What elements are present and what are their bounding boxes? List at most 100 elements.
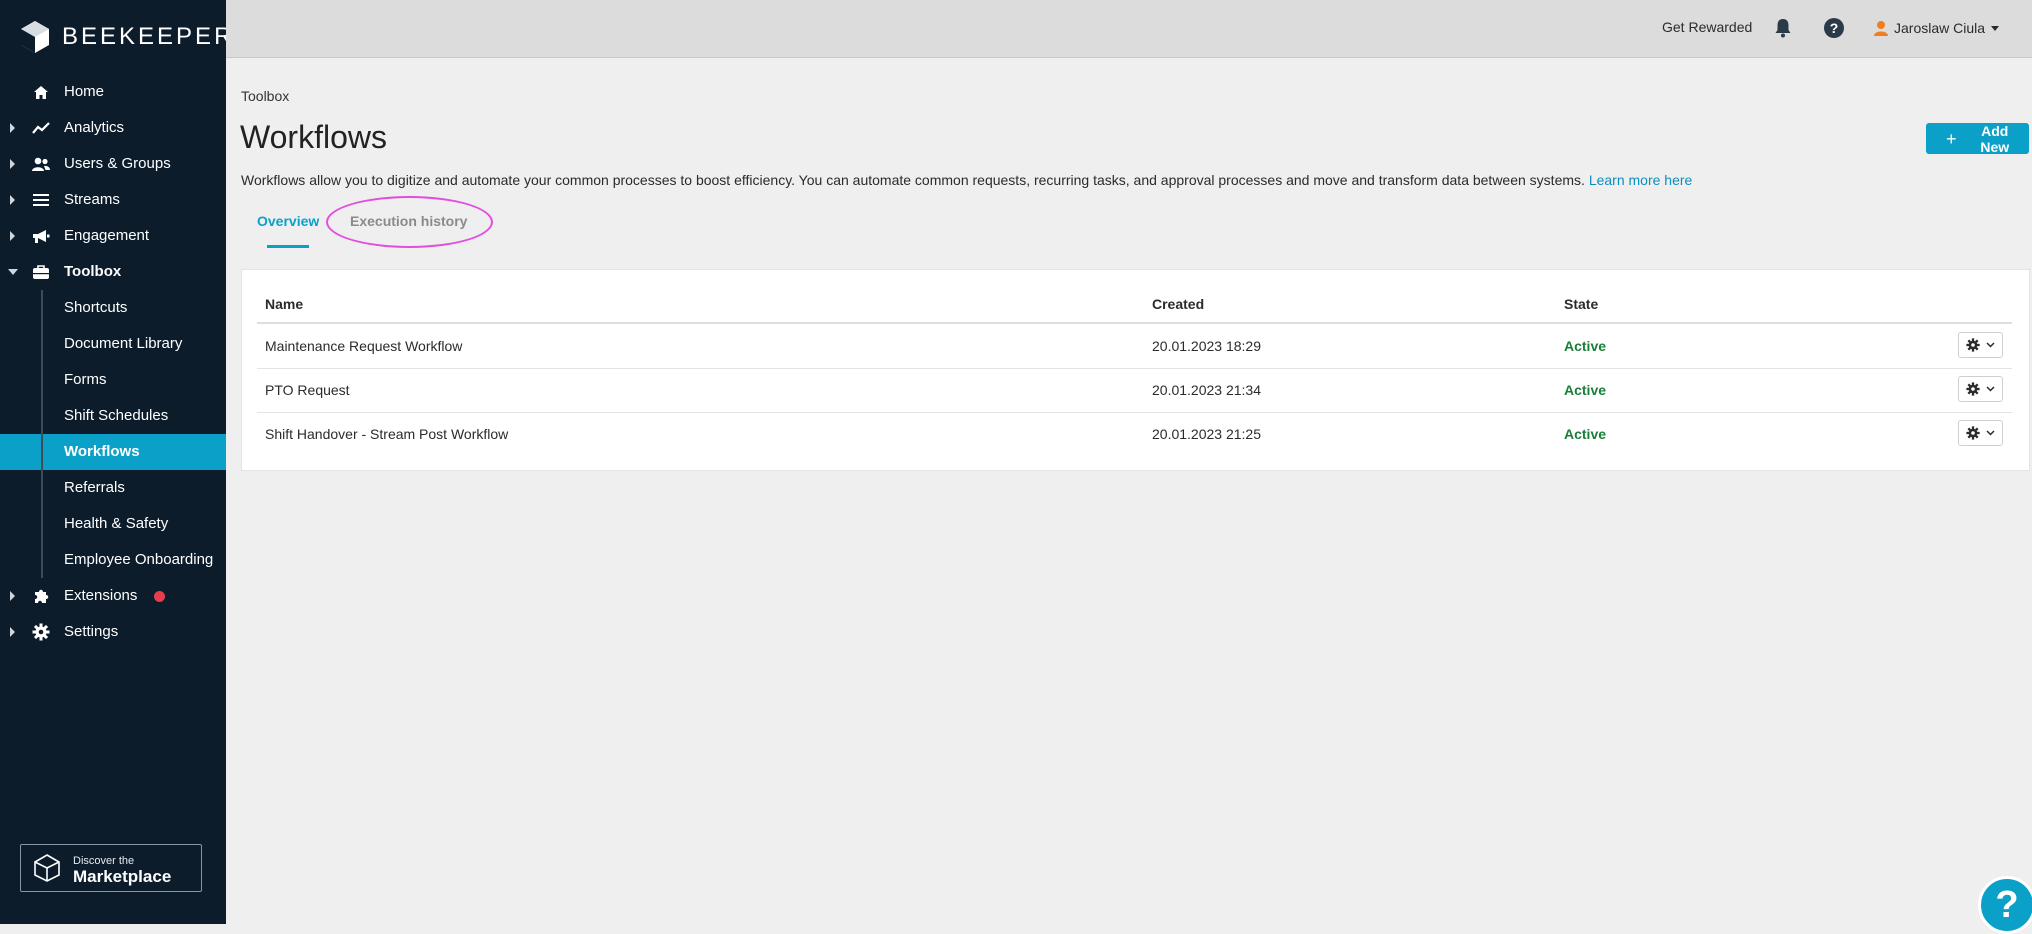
tab-overview[interactable]: Overview (257, 213, 319, 229)
table-row[interactable]: Shift Handover - Stream Post Workflow 20… (257, 412, 2012, 456)
caret-right-icon (10, 627, 15, 637)
analytics-icon (31, 119, 51, 137)
sidebar-item-extensions[interactable]: Extensions (0, 578, 226, 614)
sidebar-subitem-employee-onboarding[interactable]: Employee Onboarding (0, 542, 226, 578)
sidebar-subitem-label: Referrals (64, 479, 125, 496)
sidebar-item-streams[interactable]: Streams (0, 182, 226, 218)
sidebar-subitem-referrals[interactable]: Referrals (0, 470, 226, 506)
users-icon (31, 155, 51, 173)
tab-execution-history[interactable]: Execution history (350, 213, 467, 229)
workflow-created: 20.01.2023 21:25 (1152, 426, 1261, 442)
gear-icon (31, 623, 51, 641)
sidebar-item-settings[interactable]: Settings (0, 614, 226, 650)
sidebar-subitem-workflows[interactable]: Workflows (0, 434, 226, 470)
sidebar-subitem-label: Shift Schedules (64, 407, 169, 424)
column-header-state[interactable]: State (1564, 296, 1598, 312)
sidebar-subitem-forms[interactable]: Forms (0, 362, 226, 398)
beekeeper-logo-icon (21, 21, 49, 53)
sidebar-item-users-groups[interactable]: Users & Groups (0, 146, 226, 182)
cube-icon (32, 853, 62, 888)
user-avatar-icon (1874, 20, 1888, 36)
user-name: Jaroslaw Ciula (1894, 20, 1986, 36)
row-actions-button[interactable] (1958, 332, 2003, 358)
get-rewarded-link[interactable]: Get Rewarded (1662, 19, 1752, 35)
row-actions-button[interactable] (1958, 376, 2003, 402)
toolbox-icon (31, 263, 51, 281)
tab-active-indicator (267, 245, 309, 248)
sidebar-subitem-label: Shortcuts (64, 299, 128, 316)
sidebar-item-label: Users & Groups (64, 155, 171, 172)
caret-right-icon (10, 123, 15, 133)
workflow-name: Maintenance Request Workflow (265, 338, 463, 354)
sidebar-subitem-health-safety[interactable]: Health & Safety (0, 506, 226, 542)
gear-icon (1966, 338, 1980, 352)
workflow-created: 20.01.2023 21:34 (1152, 382, 1261, 398)
notification-dot (154, 591, 165, 602)
top-bar: Get Rewarded (226, 0, 2032, 58)
table-row[interactable]: PTO Request 20.01.2023 21:34 Active (257, 368, 2012, 413)
chevron-down-icon (1986, 430, 1995, 436)
sidebar-subitem-document-library[interactable]: Document Library (0, 326, 226, 362)
sidebar-item-engagement[interactable]: Engagement (0, 218, 226, 254)
sidebar-subitem-label: Document Library (64, 335, 183, 352)
gear-icon (1966, 382, 1980, 396)
sidebar-subitem-label: Health & Safety (64, 515, 169, 532)
row-actions-button[interactable] (1958, 420, 2003, 446)
workflow-state: Active (1564, 382, 1607, 398)
sidebar-item-label: Streams (64, 191, 120, 208)
user-menu[interactable]: Jaroslaw Ciula (1874, 17, 2000, 39)
description-text: Workflows allow you to digitize and auto… (241, 172, 1585, 188)
column-header-created[interactable]: Created (1152, 296, 1204, 312)
column-header-name[interactable]: Name (265, 296, 303, 312)
sidebar-item-label: Toolbox (64, 263, 122, 280)
workflow-state: Active (1564, 338, 1607, 354)
caret-right-icon (10, 231, 15, 241)
workflows-table: Name Created State Maintenance Request W… (241, 269, 2030, 471)
app-logo[interactable]: BEEKEEPER (20, 20, 234, 54)
help-chat-button[interactable]: ? (1978, 876, 2032, 934)
sidebar-subitem-label: Employee Onboarding (64, 551, 214, 568)
streams-icon (31, 191, 51, 209)
svg-text:?: ? (1830, 20, 1839, 36)
app-name: BEEKEEPER (62, 23, 235, 50)
page-title: Workflows (240, 119, 387, 155)
learn-more-link[interactable]: Learn more here (1589, 172, 1693, 188)
sidebar-subitem-label: Workflows (64, 443, 140, 460)
sidebar-item-label: Home (64, 83, 105, 100)
megaphone-icon (31, 227, 51, 245)
sidebar-item-label: Engagement (64, 227, 150, 244)
workflow-state: Active (1564, 426, 1607, 442)
caret-right-icon (10, 195, 15, 205)
chevron-down-icon (1986, 386, 1995, 392)
plus-icon: + (1946, 128, 1957, 149)
sidebar-item-label: Settings (64, 623, 119, 640)
add-new-button[interactable]: + Add New (1926, 122, 2029, 155)
caret-right-icon (10, 591, 15, 601)
sidebar-item-toolbox[interactable]: Toolbox (0, 254, 226, 290)
sidebar-item-label: Analytics (64, 119, 125, 136)
page-description: Workflows allow you to digitize and auto… (241, 172, 1692, 188)
sidebar-item-analytics[interactable]: Analytics (0, 110, 226, 146)
sidebar-subitem-label: Forms (64, 371, 107, 388)
chevron-down-icon (1986, 342, 1995, 348)
sidebar-subitem-shift-schedules[interactable]: Shift Schedules (0, 398, 226, 434)
sidebar-item-label: Extensions (64, 587, 138, 604)
marketplace-button[interactable]: Discover the Marketplace (20, 844, 202, 892)
breadcrumb[interactable]: Toolbox (241, 88, 289, 104)
submenu-divider (41, 290, 43, 578)
sidebar-nav: Home Analytics Users & Groups Streams En… (0, 74, 226, 650)
table-row[interactable]: Maintenance Request Workflow 20.01.2023 … (257, 324, 2012, 369)
caret-down-icon (8, 269, 18, 275)
add-new-label: Add New (1980, 122, 2010, 155)
chevron-down-icon (1991, 25, 2000, 31)
caret-right-icon (10, 159, 15, 169)
sidebar: BEEKEEPER Home Analytics Users & Groups (0, 0, 231, 924)
gear-icon (1966, 426, 1980, 440)
sidebar-subitem-shortcuts[interactable]: Shortcuts (0, 290, 226, 326)
workflow-name: PTO Request (265, 382, 350, 398)
bell-icon[interactable] (1774, 18, 1792, 43)
marketplace-line1: Discover the (73, 855, 135, 867)
workflow-created: 20.01.2023 18:29 (1152, 338, 1261, 354)
sidebar-item-home[interactable]: Home (0, 74, 226, 110)
help-icon[interactable]: ? (1823, 17, 1845, 44)
